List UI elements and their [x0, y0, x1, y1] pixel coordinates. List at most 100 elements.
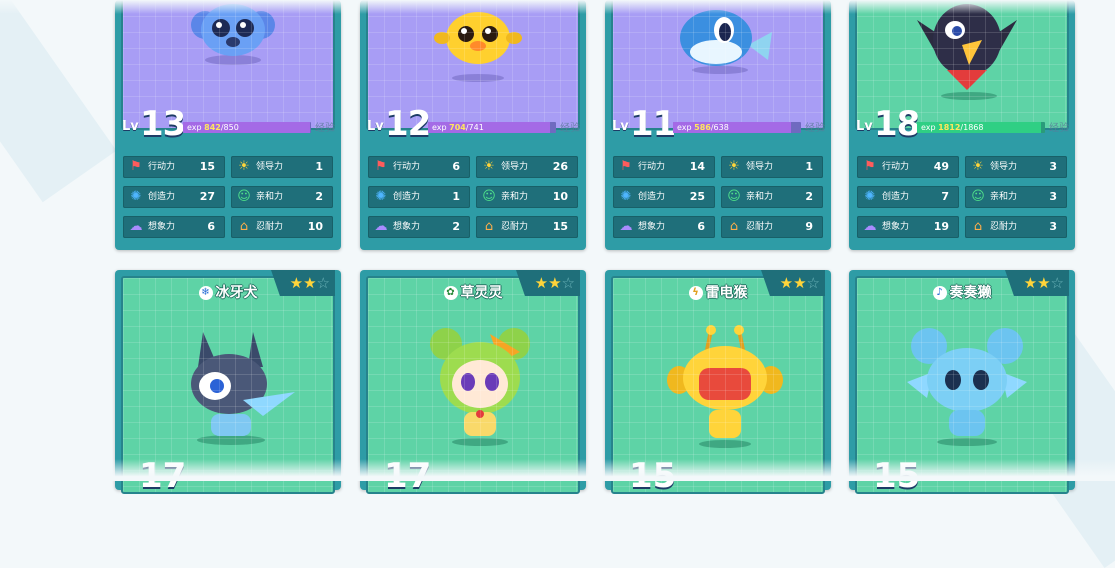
red-bird-creature [917, 4, 1017, 100]
thunder-monkey-creature [667, 325, 783, 448]
sun-icon: ☀ [728, 159, 740, 174]
house-icon: ⌂ [973, 219, 983, 234]
stat-label: 行动力 [148, 162, 176, 172]
exp-tag: 经验 [315, 123, 335, 134]
exp-progress-bar: exp 586/638 [673, 122, 801, 133]
stat-value: 15 [552, 220, 568, 233]
exp-tag: 经验 [805, 123, 825, 134]
stat-value: 7 [941, 190, 949, 203]
level-prefix: Lv [122, 119, 139, 134]
stat-label: 创造力 [148, 192, 176, 202]
grass-spirit-creature [430, 328, 530, 446]
stat-label: 领导力 [256, 162, 284, 172]
pet-card-5[interactable]: ❄冰牙犬 ★★☆ 17 [115, 270, 341, 496]
flag-icon: ⚑ [620, 159, 632, 174]
stat-value: 26 [552, 160, 568, 173]
stat-label: 忍耐力 [990, 222, 1018, 232]
stat-value: 3 [1049, 160, 1057, 173]
sun-icon: ☀ [972, 159, 984, 174]
stat-action: ⚑ 行动力 15 [123, 156, 225, 178]
rarity-stars: ★★☆ [516, 270, 580, 296]
level-prefix: Lv [856, 119, 873, 134]
stat-affinity: ☺ 亲和力 2 [721, 186, 823, 208]
stat-label: 亲和力 [501, 192, 529, 202]
exp-max: /741 [465, 123, 484, 132]
star-icon: ★★ [289, 274, 317, 292]
pet-card-4[interactable]: Lv 18 exp 1812/1868 经验 ⚑ 行动力 49 ☀ 领导力 3 ✺ 创造力… [849, 0, 1075, 250]
stat-label: 亲和力 [990, 192, 1018, 202]
cloud-icon: ☁ [619, 219, 633, 234]
level-prefix: Lv [367, 119, 384, 134]
stat-action: ⚑ 行动力 14 [613, 156, 715, 178]
stat-affinity: ☺ 亲和力 2 [231, 186, 333, 208]
stat-label: 创造力 [638, 192, 666, 202]
pet-card-2[interactable]: Lv 12 exp 704/741 经验 ⚑ 行动力 6 ☀ 领导力 26 ✺ 创造力 1 … [360, 0, 586, 250]
stat-label: 忍耐力 [256, 222, 284, 232]
star-empty-icon: ☆ [806, 274, 820, 292]
ice-icon: ❄ [198, 286, 213, 300]
stat-imagine: ☁ 想象力 2 [368, 216, 470, 238]
lightbulb-icon: ✺ [375, 189, 387, 204]
rarity-stars: ★★☆ [271, 270, 335, 296]
stat-affinity: ☺ 亲和力 3 [965, 186, 1067, 208]
smile-icon: ☺ [971, 189, 985, 204]
flag-icon: ⚑ [375, 159, 387, 174]
stat-action: ⚑ 行动力 49 [857, 156, 959, 178]
house-icon: ⌂ [484, 219, 494, 234]
cloud-icon: ☁ [863, 219, 877, 234]
level-number: 12 [385, 104, 431, 144]
exp-max: /850 [220, 123, 239, 132]
lightbulb-icon: ✺ [864, 189, 876, 204]
grass-icon: ✿ [443, 286, 458, 300]
stat-value: 1 [805, 160, 813, 173]
stat-value: 10 [552, 190, 568, 203]
background-stripe [0, 0, 117, 203]
pet-card-3[interactable]: Lv 11 exp 586/638 经验 ⚑ 行动力 14 ☀ 领导力 1 ✺ 创造力 25… [605, 0, 831, 250]
stat-create: ✺ 创造力 25 [613, 186, 715, 208]
pet-name-text: 冰牙犬 [215, 285, 258, 301]
stat-value: 6 [452, 160, 460, 173]
exp-progress-bar: exp 842/850 [183, 122, 311, 133]
stat-label: 想象力 [882, 222, 910, 232]
level-bar: Lv 18 exp 1812/1868 经验 [855, 107, 1069, 141]
stat-value: 25 [689, 190, 705, 203]
exp-current: 1812 [938, 123, 961, 132]
pet-card-6[interactable]: ✿草灵灵 ★★☆ 17 [360, 270, 586, 496]
exp-label: exp [677, 123, 692, 132]
level-number: 13 [140, 104, 186, 144]
level-bar: Lv 11 exp 586/638 经验 [611, 107, 825, 141]
star-icon: ★★ [779, 274, 807, 292]
rarity-stars: ★★☆ [761, 270, 825, 296]
lightbulb-icon: ✺ [130, 189, 142, 204]
pet-card-7[interactable]: ϟ雷电猴 ★★☆ 15 [605, 270, 831, 496]
exp-current: 842 [204, 123, 221, 132]
exp-current: 704 [449, 123, 466, 132]
stat-value: 2 [805, 190, 813, 203]
stat-label: 想象力 [638, 222, 666, 232]
stat-value: 3 [1049, 190, 1057, 203]
exp-progress-bar: exp 1812/1868 [917, 122, 1045, 133]
cloud-icon: ☁ [129, 219, 143, 234]
level-number: 11 [630, 104, 676, 144]
stat-affinity: ☺ 亲和力 10 [476, 186, 578, 208]
smile-icon: ☺ [482, 189, 496, 204]
stat-action: ⚑ 行动力 6 [368, 156, 470, 178]
pet-card-1[interactable]: Lv 13 exp 842/850 经验 ⚑ 行动力 15 ☀ 领导力 1 ✺ 创造力 27… [115, 0, 341, 250]
stat-leader: ☀ 领导力 3 [965, 156, 1067, 178]
pet-name-text: 雷电猴 [705, 285, 748, 301]
stat-label: 想象力 [148, 222, 176, 232]
stat-create: ✺ 创造力 1 [368, 186, 470, 208]
exp-max: /1868 [960, 123, 984, 132]
stat-endure: ⌂ 忍耐力 15 [476, 216, 578, 238]
stat-value: 9 [805, 220, 813, 233]
flag-icon: ⚑ [864, 159, 876, 174]
stat-label: 亲和力 [746, 192, 774, 202]
stat-value: 15 [199, 160, 215, 173]
sun-icon: ☀ [483, 159, 495, 174]
stat-value: 1 [452, 190, 460, 203]
stat-value: 3 [1049, 220, 1057, 233]
stat-label: 想象力 [393, 222, 421, 232]
house-icon: ⌂ [729, 219, 739, 234]
stat-value: 19 [933, 220, 949, 233]
pet-card-8[interactable]: ♪奏奏獭 ★★☆ 15 [849, 270, 1075, 496]
